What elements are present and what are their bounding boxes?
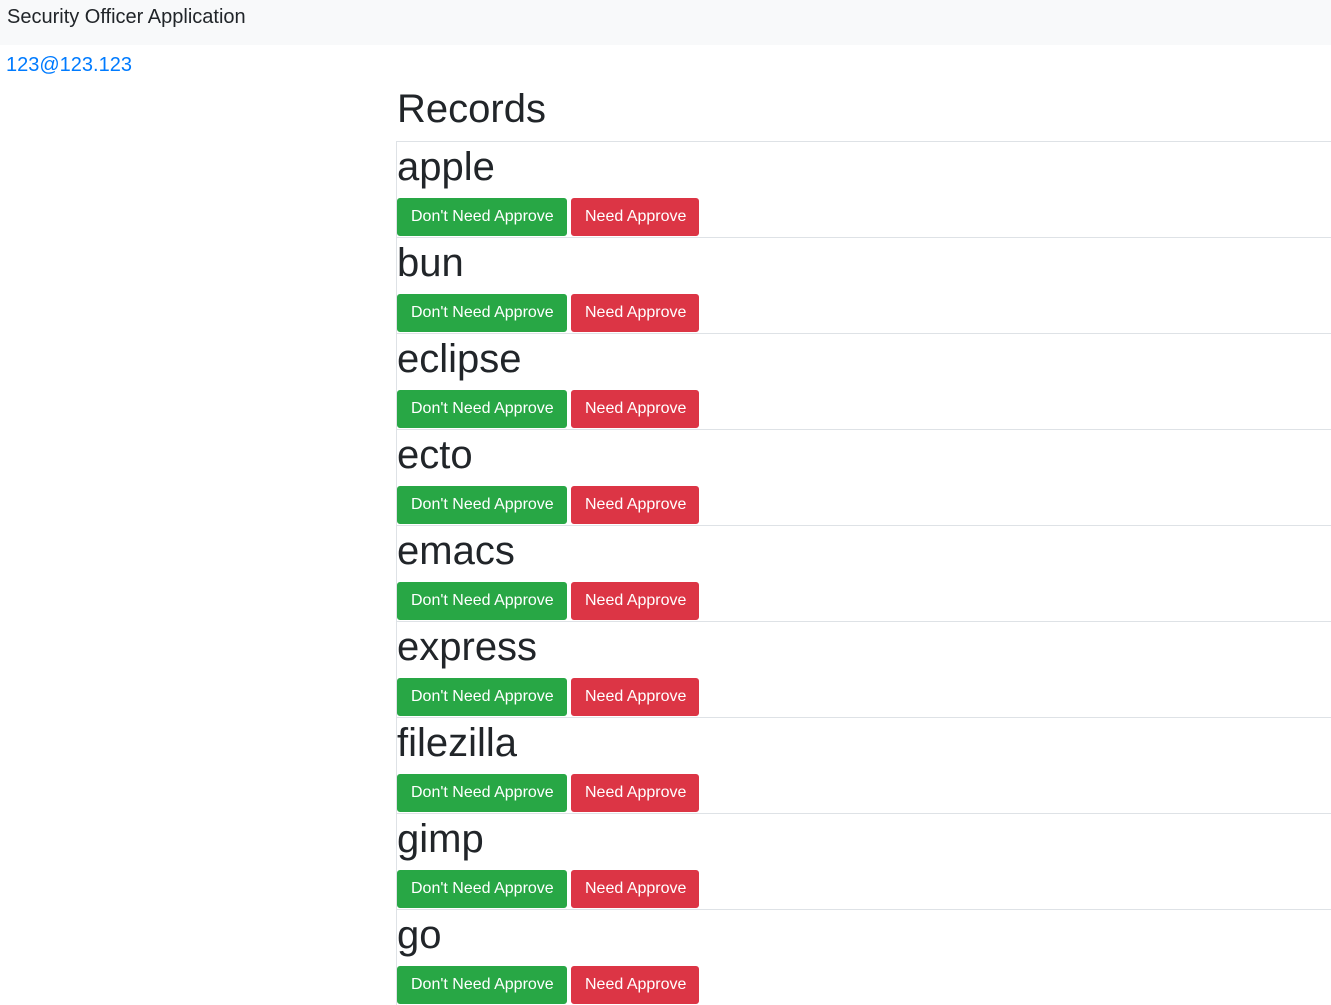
record-name: apple (397, 145, 495, 189)
record-item: eclipse Don't Need Approve Need Approve (396, 333, 1331, 429)
record-name: eclipse (397, 337, 522, 381)
record-actions: Don't Need Approve Need Approve (397, 966, 699, 1004)
need-approve-button[interactable]: Need Approve (571, 774, 699, 812)
record-actions: Don't Need Approve Need Approve (397, 870, 699, 908)
dont-need-approve-button[interactable]: Don't Need Approve (397, 678, 567, 716)
record-actions: Don't Need Approve Need Approve (397, 582, 699, 620)
app-brand[interactable]: Security Officer Application (7, 6, 246, 28)
record-name: emacs (397, 529, 515, 573)
record-item: filezilla Don't Need Approve Need Approve (396, 717, 1331, 813)
need-approve-button[interactable]: Need Approve (571, 486, 699, 524)
record-actions: Don't Need Approve Need Approve (397, 486, 699, 524)
record-item: express Don't Need Approve Need Approve (396, 621, 1331, 717)
dont-need-approve-button[interactable]: Don't Need Approve (397, 486, 567, 524)
record-list: apple Don't Need Approve Need Approve bun Do… (396, 141, 1331, 1005)
record-item: gimp Don't Need Approve Need Approve (396, 813, 1331, 909)
record-item: go Don't Need Approve Need Approve (396, 909, 1331, 1005)
need-approve-button[interactable]: Need Approve (571, 294, 699, 332)
user-email-link[interactable]: 123@123.123 (6, 54, 132, 76)
dont-need-approve-button[interactable]: Don't Need Approve (397, 390, 567, 428)
dont-need-approve-button[interactable]: Don't Need Approve (397, 870, 567, 908)
navbar: Security Officer Application (0, 0, 1331, 45)
record-name: gimp (397, 817, 484, 861)
record-name: filezilla (397, 721, 518, 765)
need-approve-button[interactable]: Need Approve (571, 966, 699, 1004)
record-actions: Don't Need Approve Need Approve (397, 678, 699, 716)
dont-need-approve-button[interactable]: Don't Need Approve (397, 774, 567, 812)
record-name: ecto (397, 433, 473, 477)
need-approve-button[interactable]: Need Approve (571, 678, 699, 716)
need-approve-button[interactable]: Need Approve (571, 870, 699, 908)
dont-need-approve-button[interactable]: Don't Need Approve (397, 198, 567, 236)
record-item: apple Don't Need Approve Need Approve (396, 141, 1331, 237)
page-title: Records (397, 87, 546, 131)
record-item: bun Don't Need Approve Need Approve (396, 237, 1331, 333)
record-actions: Don't Need Approve Need Approve (397, 294, 699, 332)
record-actions: Don't Need Approve Need Approve (397, 198, 699, 236)
record-item: emacs Don't Need Approve Need Approve (396, 525, 1331, 621)
record-name: go (397, 913, 442, 957)
dont-need-approve-button[interactable]: Don't Need Approve (397, 966, 567, 1004)
record-actions: Don't Need Approve Need Approve (397, 774, 699, 812)
record-item: ecto Don't Need Approve Need Approve (396, 429, 1331, 525)
dont-need-approve-button[interactable]: Don't Need Approve (397, 294, 567, 332)
record-actions: Don't Need Approve Need Approve (397, 390, 699, 428)
dont-need-approve-button[interactable]: Don't Need Approve (397, 582, 567, 620)
record-name: bun (397, 241, 464, 285)
need-approve-button[interactable]: Need Approve (571, 582, 699, 620)
records-section: Records apple Don't Need Approve Need Appr… (396, 86, 1331, 1005)
need-approve-button[interactable]: Need Approve (571, 390, 699, 428)
need-approve-button[interactable]: Need Approve (571, 198, 699, 236)
record-name: express (397, 625, 538, 669)
